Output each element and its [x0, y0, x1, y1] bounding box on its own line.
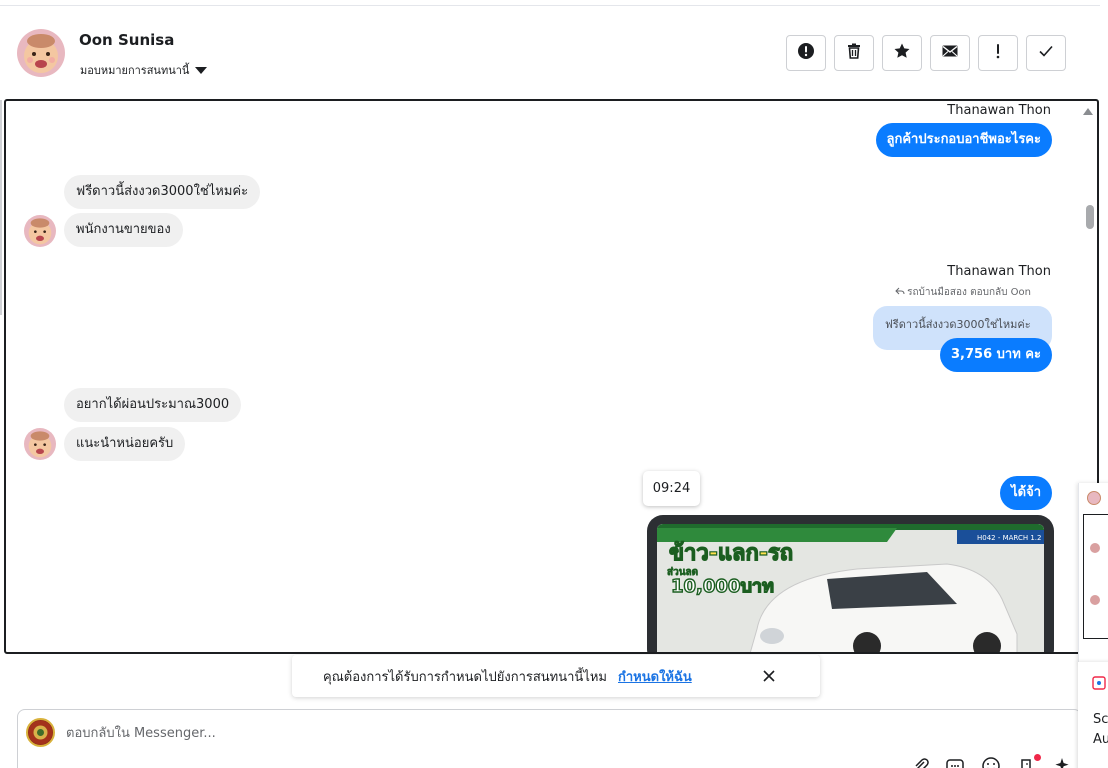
page-avatar	[26, 718, 55, 747]
report-spam-button[interactable]	[786, 35, 826, 71]
side-chat-list	[1083, 514, 1108, 639]
reply-input[interactable]	[66, 722, 866, 744]
incoming-message[interactable]: อยากได้ผ่อนประมาณ3000	[64, 388, 242, 422]
chevron-down-icon	[195, 67, 208, 74]
envelope-icon	[941, 42, 959, 64]
promo-amount: 10,000บาท	[671, 576, 774, 597]
follow-up-button[interactable]	[978, 35, 1018, 71]
scroll-up-arrow-icon[interactable]	[1083, 108, 1093, 115]
image-attachment[interactable]: H042 - MARCH 1.2 EL AT ข้าว-แลก-รถ ส่วนล…	[647, 515, 1054, 652]
model-code: H042 - MARCH 1.2 EL AT	[977, 534, 1044, 542]
side-chat-panel[interactable]	[1078, 483, 1108, 663]
sparkle-icon[interactable]	[1053, 756, 1073, 768]
star-icon	[893, 42, 911, 64]
reply-note-text: รถบ้านมือสอง ตอบกลับ Oon	[907, 287, 1031, 298]
check-icon	[1037, 42, 1055, 64]
reply-arrow-icon	[895, 286, 905, 299]
assign-conversation-dropdown[interactable]: มอบหมายการสนทนานี้	[80, 61, 208, 79]
side-card-line1: Sc	[1093, 712, 1108, 727]
reply-indicator: รถบ้านมือสอง ตอบกลับ Oon	[895, 285, 1031, 300]
left-edge-divider	[0, 100, 2, 315]
promo-image: H042 - MARCH 1.2 EL AT ข้าว-แลก-รถ ส่วนล…	[657, 524, 1044, 652]
delete-button[interactable]	[834, 35, 874, 71]
message-thread[interactable]: Thanawan Thon ลูกค้าประกอบอาชีพอะไรคะ ฟร…	[4, 99, 1099, 654]
side-avatar	[1090, 595, 1100, 605]
banner-text: คุณต้องการได้รับการกำหนดไปยังการสนทนานี้…	[323, 670, 607, 685]
assign-prompt-banner: คุณต้องการได้รับการกำหนดไปยังการสนทนานี้…	[292, 655, 820, 697]
trash-icon	[845, 42, 863, 64]
paperclip-icon[interactable]	[911, 756, 931, 768]
incoming-message[interactable]: แนะนำหน่อยครับ	[64, 427, 186, 461]
messenger-inbox: Oon Sunisa มอบหมายการสนทนานี้ Thanawan T…	[0, 0, 1108, 768]
close-icon[interactable]	[760, 667, 778, 685]
sender-name: Thanawan Thon	[947, 264, 1051, 279]
notification-icon	[1092, 676, 1106, 694]
side-avatar	[1087, 491, 1101, 505]
outgoing-message[interactable]: ได้จ้า	[1000, 476, 1052, 510]
side-card-line2: Au	[1093, 732, 1108, 747]
emoji-icon[interactable]	[981, 756, 1001, 768]
contact-avatar-small	[24, 215, 56, 247]
exclamation-icon	[989, 42, 1007, 64]
mark-unread-button[interactable]	[930, 35, 970, 71]
incoming-message[interactable]: พนักงานขายของ	[64, 213, 183, 247]
message-composer	[17, 709, 1082, 768]
mark-done-button[interactable]	[1026, 35, 1066, 71]
outgoing-message[interactable]: 3,756 บาท คะ	[940, 338, 1052, 372]
promo-headline: ข้าว-แลก-รถ	[669, 541, 793, 566]
timestamp-tooltip: 09:24	[643, 471, 700, 506]
contact-name: Oon Sunisa	[79, 31, 175, 49]
alert-circle-icon	[797, 42, 815, 64]
contact-avatar[interactable]	[17, 29, 65, 77]
incoming-message[interactable]: ฟรีดาวนี้ส่งงวด3000ใช่ไหมค่ะ	[64, 175, 261, 209]
assign-to-me-link[interactable]: กำหนดให้ฉัน	[618, 666, 692, 687]
saved-replies-icon[interactable]	[945, 756, 965, 768]
star-button[interactable]	[882, 35, 922, 71]
outgoing-message[interactable]: ลูกค้าประกอบอาชีพอะไรคะ	[875, 123, 1052, 157]
contact-avatar-small	[24, 428, 56, 460]
notification-dot	[1034, 754, 1041, 761]
assign-label: มอบหมายการสนทนานี้	[80, 64, 190, 77]
sender-name: Thanawan Thon	[947, 103, 1051, 118]
scrollbar-thumb[interactable]	[1086, 205, 1094, 229]
conversation-header: Oon Sunisa มอบหมายการสนทนานี้	[0, 6, 1100, 99]
side-notification-card[interactable]: Sc Au	[1078, 662, 1108, 768]
side-avatar	[1090, 543, 1100, 553]
